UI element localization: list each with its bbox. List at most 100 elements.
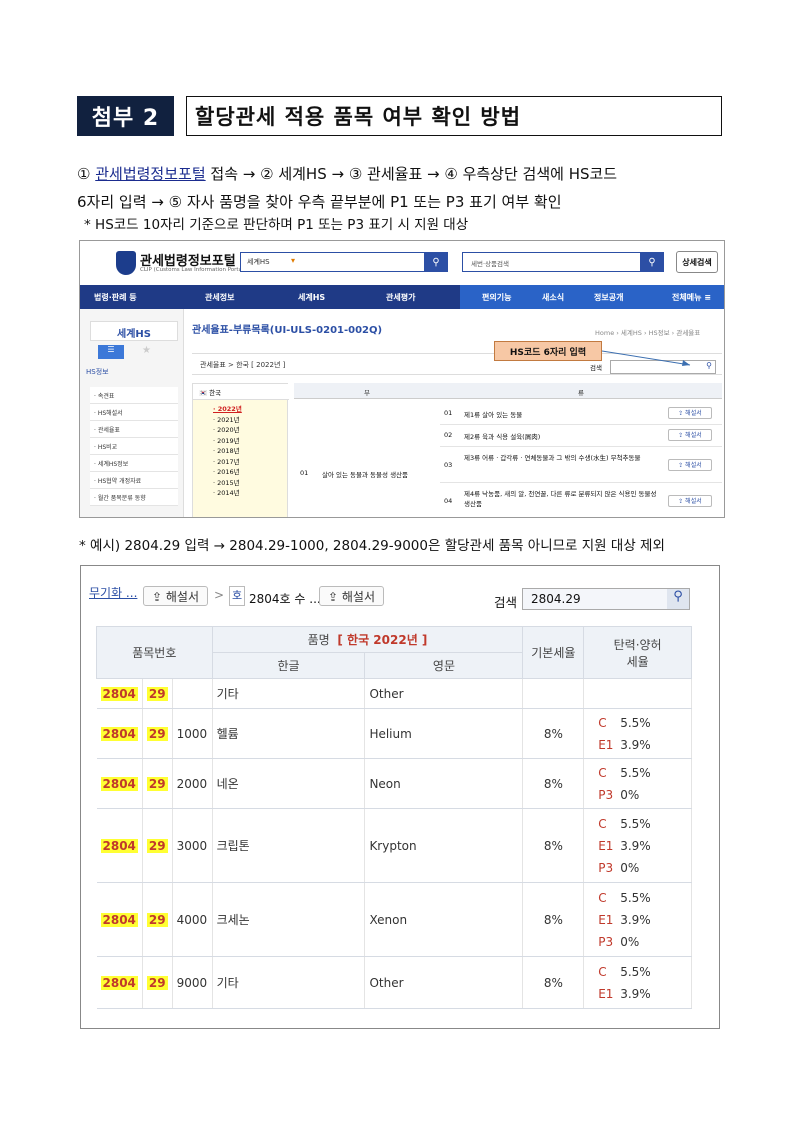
table-row[interactable]: 2804 29 4000 크세논 Xenon 8% C 5.5% E1 3.9% P… — [96, 882, 692, 957]
sidebar-item[interactable]: · HS해설서 — [90, 404, 178, 421]
flex-rates: C 5.5% E1 3.9% P3 0% — [583, 808, 692, 883]
portal-link[interactable]: 관세법령정보포털 — [95, 165, 205, 183]
code-search-input[interactable]: 2804.29 ⚲ — [522, 588, 690, 610]
page-title: 할당관세 적용 품목 여부 확인 방법 — [186, 96, 722, 136]
row-name[interactable]: 제1류 살아 있는 동물 — [464, 409, 664, 419]
sidebar-item[interactable]: · HS비교 — [90, 438, 178, 455]
detail-search-button[interactable]: 상세검색 — [676, 251, 718, 273]
year-item[interactable]: · 2019년 — [213, 436, 242, 447]
rate-code: P3 — [598, 934, 614, 949]
row-name[interactable]: 제3류 어류 · 갑각류 · 연체동물과 그 밖의 수생(水生) 무척추동물 — [464, 453, 664, 463]
year-item[interactable]: · 2016년 — [213, 467, 242, 478]
code-part-suffix: 1000 — [172, 708, 213, 759]
year-item[interactable]: · 2021년 — [213, 415, 242, 426]
rate-value: 5.5% — [620, 964, 651, 979]
row-name[interactable]: 제2류 육과 식용 설육(屑肉) — [464, 431, 664, 441]
code-part-2: 29 — [146, 686, 168, 701]
search-icon[interactable]: ⚲ — [667, 589, 689, 609]
nav-item-worldhs[interactable]: 세계HS — [298, 292, 325, 303]
crumb-link[interactable]: 무기화 ... — [89, 586, 137, 600]
portal-logo-subtext: CLIP (Customs Law Information Portal) — [140, 267, 246, 273]
list-icon[interactable]: ☰ — [98, 345, 124, 359]
rate-value: 5.5% — [620, 715, 651, 730]
commentary-button[interactable]: ⇪ 해설서 — [668, 429, 712, 441]
heading-marker: 호 — [229, 586, 245, 606]
table-row[interactable]: 04 제4류 낙농품, 새의 알, 천연꿀, 다른 류로 분류되지 않은 식용인… — [440, 483, 722, 517]
crumb-bar: 무기화 ... — [89, 584, 137, 601]
commentary-button[interactable]: ⇪ 해설서 — [143, 586, 208, 606]
base-rate: 8% — [522, 758, 585, 809]
section-name[interactable]: 살아 있는 동물과 동물성 생산품 — [322, 469, 408, 479]
rate-value: 5.5% — [620, 765, 651, 780]
nav-item-allmenu[interactable]: 전체메뉴 ≡ — [672, 292, 711, 303]
column-header-korean: 한글 — [211, 652, 366, 679]
korean-name: 기타 — [212, 678, 366, 709]
item-search-input[interactable]: 세번·상품검색 — [462, 252, 664, 272]
table-row[interactable]: 2804 29 2000 네온 Neon 8% C 5.5% P3 0% — [96, 758, 692, 809]
steps-line1: 접속 → ② 세계HS → ③ 관세율표 → ④ 우측상단 검색에 HS코드 — [205, 165, 618, 183]
year-item[interactable]: · 2018년 — [213, 446, 242, 457]
sidebar-section-hsinfo[interactable]: HS정보 — [86, 367, 109, 377]
rate-code: E1 — [598, 912, 614, 927]
year-item[interactable]: · 2017년 — [213, 457, 242, 468]
nav-item-convenience[interactable]: 편의기능 — [482, 292, 511, 303]
search-icon[interactable]: ⚲ — [640, 252, 664, 272]
tariff-screenshot: 무기화 ... ⇪ 해설서 > 호 2804호 수 ... ⇪ 해설서 검색 2… — [80, 565, 720, 1029]
nav-item-disclosure[interactable]: 정보공개 — [594, 292, 623, 303]
search-icon[interactable]: ⚲ — [424, 252, 448, 272]
country-select[interactable]: 🇰🇷 한국 — [193, 384, 289, 400]
flex-rates: C 5.5% E1 3.9% P3 0% — [583, 882, 692, 957]
hs-select-value[interactable]: 세계HS — [247, 258, 270, 266]
sidebar-item[interactable]: · 세계HS정보 — [90, 455, 178, 472]
table-row[interactable]: 02 제2류 육과 식용 설육(屑肉) ⇪ 해설서 — [440, 425, 722, 447]
sidebar-item[interactable]: · HS협약 개정자료 — [90, 472, 178, 489]
sidebar-item[interactable]: · 관세율표 — [90, 421, 178, 438]
year-item[interactable]: · 2014년 — [213, 488, 242, 499]
year-item[interactable]: · 2015년 — [213, 478, 242, 489]
table-row[interactable]: 03 제3류 어류 · 갑각류 · 연체동물과 그 밖의 수생(水生) 무척추동… — [440, 447, 722, 483]
year-item[interactable]: · 2020년 — [213, 425, 242, 436]
commentary-button[interactable]: ⇪ 해설서 — [668, 495, 712, 507]
nav-item-valuation[interactable]: 관세평가 — [386, 292, 415, 303]
english-name: Other — [364, 678, 524, 709]
table-row[interactable]: 2804 29 3000 크립톤 Krypton 8% C 5.5% E1 3.9%… — [96, 808, 692, 883]
code-part-suffix — [172, 678, 213, 709]
nav-item-news[interactable]: 새소식 — [542, 292, 564, 303]
steps-text: ① 관세법령정보포털 접속 → ② 세계HS → ③ 관세율표 → ④ 우측상단… — [77, 160, 727, 216]
column-header-english: 영문 — [364, 652, 524, 679]
sidebar-item[interactable]: · 월간 품목분류 동향 — [90, 489, 178, 506]
commentary-button[interactable]: ⇪ 해설서 — [668, 407, 712, 419]
crumb-heading[interactable]: 2804호 수 ... — [249, 590, 321, 607]
table-row[interactable]: 2804 29 1000 헬륨 Helium 8% C 5.5% E1 3.9% — [96, 708, 692, 759]
english-name: Xenon — [364, 882, 524, 957]
sidebar-item[interactable]: · 속견표 — [90, 387, 178, 404]
commentary-button[interactable]: ⇪ 해설서 — [668, 459, 712, 471]
name-header-label: 품명 — [307, 633, 330, 647]
column-header-code: 품목번호 — [96, 626, 213, 679]
star-icon[interactable]: ★ — [142, 345, 151, 356]
search-value[interactable]: 2804.29 — [531, 592, 581, 606]
steps-line2: 6자리 입력 → ⑤ 자사 품명을 찾아 우측 끝부분에 P1 또는 P3 표기… — [77, 193, 562, 211]
rate-value: 5.5% — [620, 816, 651, 831]
commentary-button[interactable]: ⇪ 해설서 — [319, 586, 384, 606]
rate-code: C — [598, 890, 607, 905]
nav-item-info[interactable]: 관세정보 — [205, 292, 234, 303]
table-row[interactable]: 2804 29 기타 Other — [96, 678, 692, 709]
base-rate — [522, 678, 585, 709]
code-part-4: 2804 — [100, 776, 138, 791]
table-row[interactable]: 2804 29 9000 기타 Other 8% C 5.5% E1 3.9% — [96, 956, 692, 1009]
rate-value: 5.5% — [620, 890, 651, 905]
hs-search-input[interactable]: 세계HS ▾ — [240, 252, 448, 272]
rate-value: 0% — [620, 860, 640, 875]
table-row[interactable]: 01 제1류 살아 있는 동물 ⇪ 해설서 — [440, 403, 722, 425]
code-part-suffix: 3000 — [172, 808, 213, 883]
code-part-2: 29 — [146, 912, 168, 927]
crumb-separator: > — [214, 588, 225, 602]
row-name[interactable]: 제4류 낙농품, 새의 알, 천연꿀, 다른 류로 분류되지 않은 식용인 동물… — [464, 489, 664, 509]
year-item[interactable]: · 2022년 — [213, 404, 242, 415]
rate-value: 0% — [620, 934, 640, 949]
sidebar-tabs: ☰ ★ — [98, 345, 170, 359]
search-icon[interactable]: ⚲ — [706, 361, 712, 370]
rate-code: C — [598, 964, 607, 979]
nav-item-law[interactable]: 법령·판례 등 — [94, 292, 137, 303]
